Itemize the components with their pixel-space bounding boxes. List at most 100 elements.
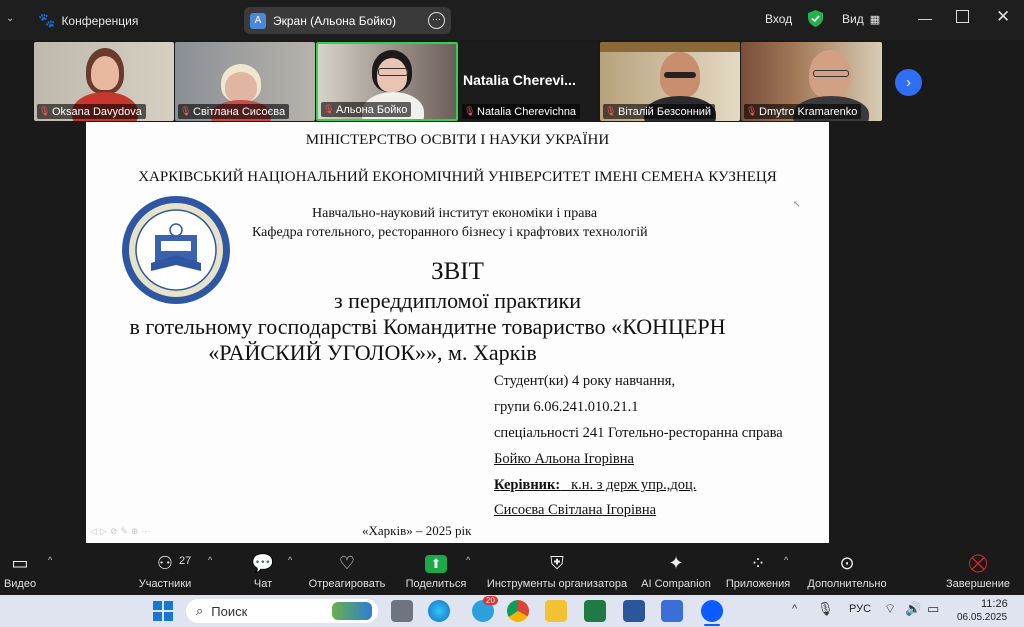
- chat-label: Чат: [253, 578, 273, 590]
- app-title-label: Конференция: [61, 13, 139, 28]
- zoom-app-icon[interactable]: [701, 600, 723, 622]
- participant-tile[interactable]: 🎙 Віталій Безсонний: [600, 42, 740, 121]
- shield-check-icon[interactable]: [808, 10, 823, 27]
- volume-icon[interactable]: 🔊: [905, 601, 921, 617]
- view-button[interactable]: Вид ▦: [842, 12, 880, 26]
- participant-name: 🎙 Dmytro Kramarenko: [744, 104, 862, 119]
- screen-share-indicator[interactable]: А Экран (Альона Бойко) ···: [244, 7, 451, 34]
- share-caret-icon[interactable]: ^: [466, 555, 470, 565]
- shield-icon: ⛨: [550, 553, 564, 573]
- task-view-icon[interactable]: [391, 600, 413, 622]
- mic-muted-icon: 🎙: [746, 106, 758, 116]
- slide-controls-icon[interactable]: ◁▷⊘✎⊕⋯: [90, 526, 153, 537]
- participant-tile[interactable]: Natalia Cherevi... 🎙 Natalia Cherevichna: [459, 42, 599, 121]
- student-name: Бойко Альона Ігорівна: [494, 451, 634, 467]
- chrome-icon[interactable]: [507, 600, 529, 622]
- video-caret-icon[interactable]: ^: [48, 555, 52, 565]
- search-highlight-icon: [332, 602, 372, 620]
- participants-label: Участники: [138, 578, 192, 590]
- participant-name: 🎙 Світлана Сисоєва: [178, 104, 290, 119]
- video-button[interactable]: ▭ Видео: [4, 543, 36, 595]
- participant-tile[interactable]: 🎙 Світлана Сисоєва: [175, 42, 315, 121]
- word-icon[interactable]: [623, 600, 645, 622]
- mic-muted-icon: 🎙: [605, 106, 617, 116]
- report-subtitle-1: з переддипломої практики: [333, 288, 582, 313]
- mic-muted-icon: 🎙: [39, 106, 51, 116]
- photos-icon[interactable]: [661, 600, 683, 622]
- battery-icon[interactable]: ▭: [927, 601, 939, 617]
- tray-chevron-icon[interactable]: ^: [792, 603, 797, 615]
- apps-icon: ⁘: [750, 553, 766, 573]
- participant-name: 🎙 Natalia Cherevichna: [462, 104, 581, 119]
- share-label: Экран (Альона Бойко): [273, 13, 397, 28]
- participants-button[interactable]: ⚇ Участники: [138, 543, 192, 595]
- language-indicator[interactable]: РУС: [849, 603, 871, 615]
- institute-line: Навчально-науковий інститут економіки і …: [312, 206, 598, 221]
- ai-companion-label: AI Companion: [641, 578, 711, 590]
- close-icon[interactable]: ✕: [996, 7, 1010, 27]
- student-specialty: спеціальності 241 Готельно-ресторанна сп…: [494, 425, 783, 441]
- shared-screen-slide: МІНІСТЕРСТВО ОСВІТИ І НАУКИ УКРАЇНИ ХАРК…: [86, 122, 829, 543]
- supervisor-title: к.н. з держ упр.,доц.: [560, 477, 697, 493]
- participant-tile[interactable]: 🎙 Dmytro Kramarenko: [741, 42, 882, 121]
- participants-count: 27: [179, 555, 192, 567]
- mic-muted-icon: 🎙: [180, 106, 192, 116]
- taskbar-search-input[interactable]: ⌕ Поиск: [186, 599, 378, 623]
- share-arrow-icon: ⬆: [425, 555, 447, 573]
- participant-tile-active[interactable]: 🎙 Альона Бойко: [316, 42, 458, 121]
- clock-date[interactable]: 06.05.2025: [957, 612, 1007, 623]
- host-tools-button[interactable]: ⛨ Инструменты организатора: [487, 543, 627, 595]
- telegram-icon[interactable]: 20: [472, 596, 498, 622]
- university-heading: ХАРКІВСЬКИЙ НАЦІОНАЛЬНИЙ ЕКОНОМІЧНИЙ УНІ…: [138, 169, 777, 185]
- host-tools-label: Инструменты организатора: [486, 578, 628, 590]
- mic-muted-icon: 🎙: [464, 106, 476, 116]
- end-meeting-button[interactable]: ⛒ Завершение: [946, 543, 1010, 595]
- ai-companion-button[interactable]: ✦ AI Companion: [640, 543, 712, 595]
- share-button[interactable]: ⬆ Поделиться: [405, 543, 467, 595]
- report-subtitle-3: «РАЙСКИЙ УГОЛОК»», м. Харків: [208, 340, 537, 365]
- wifi-icon[interactable]: ⌔: [884, 601, 896, 617]
- next-page-chevron-icon[interactable]: ›: [895, 69, 922, 96]
- mic-muted-icon: 🎙: [323, 104, 335, 114]
- minimize-icon[interactable]: —: [918, 10, 932, 26]
- chevron-down-icon[interactable]: ⌄: [6, 13, 14, 24]
- excel-icon[interactable]: [584, 600, 606, 622]
- more-label: Дополнительно: [807, 578, 887, 590]
- apps-label: Приложения: [725, 578, 791, 590]
- report-subtitle-2: в готельному господарстві Командитне тов…: [129, 314, 726, 339]
- react-button[interactable]: ♡ Отреагировать: [308, 543, 386, 595]
- participant-name: 🎙 Віталій Безсонний: [603, 104, 716, 119]
- participants-caret-icon[interactable]: ^: [208, 555, 212, 565]
- end-label: Завершение: [946, 578, 1010, 590]
- react-label: Отреагировать: [308, 578, 386, 590]
- login-label: Вход: [765, 12, 793, 26]
- windows-taskbar: ⌕ Поиск 20 ^ 🎙 РУС ⌔ 🔊 ▭ 11:26 06.05.202…: [0, 595, 1024, 627]
- chat-caret-icon[interactable]: ^: [288, 555, 292, 565]
- windows-start-icon[interactable]: [153, 601, 173, 621]
- meeting-toolbar: ▭ Видео ^ ⚇ Участники 27 ^ 💬 Чат ^ ♡ Отреаги…: [0, 543, 1024, 595]
- participant-name: 🎙 Альона Бойко: [321, 102, 412, 117]
- zoom-active-indicator: [704, 624, 720, 626]
- end-icon: ⛒: [968, 553, 988, 573]
- clock-time[interactable]: 11:26: [981, 598, 1008, 610]
- department-line: Кафедра готельного, ресторанного бізнесу…: [252, 225, 648, 240]
- microphone-icon[interactable]: 🎙: [817, 601, 834, 617]
- ministry-heading: МІНІСТЕРСТВО ОСВІТИ І НАУКИ УКРАЇНИ: [305, 132, 610, 148]
- file-explorer-icon[interactable]: [545, 600, 567, 622]
- view-label: Вид: [842, 12, 864, 26]
- restore-icon[interactable]: [956, 10, 969, 23]
- apps-button[interactable]: ⁘ Приложения: [724, 543, 792, 595]
- chat-icon: 💬: [251, 553, 275, 573]
- participant-tile[interactable]: 🎙 Oksana Davydova: [34, 42, 174, 121]
- report-title: ЗВІТ: [431, 258, 484, 285]
- apps-caret-icon[interactable]: ^: [784, 555, 788, 565]
- login-button[interactable]: Вход: [765, 12, 792, 26]
- chat-button[interactable]: 💬 Чат: [251, 543, 275, 595]
- share-label: Поделиться: [405, 578, 467, 590]
- telegram-badge: 20: [483, 596, 498, 605]
- more-button[interactable]: ⊙ Дополнительно: [806, 543, 888, 595]
- grid-icon: ▦: [869, 13, 881, 26]
- edge-browser-icon[interactable]: [428, 600, 450, 622]
- more-options-icon[interactable]: ···: [428, 12, 445, 29]
- cursor-icon: ↖: [793, 199, 801, 209]
